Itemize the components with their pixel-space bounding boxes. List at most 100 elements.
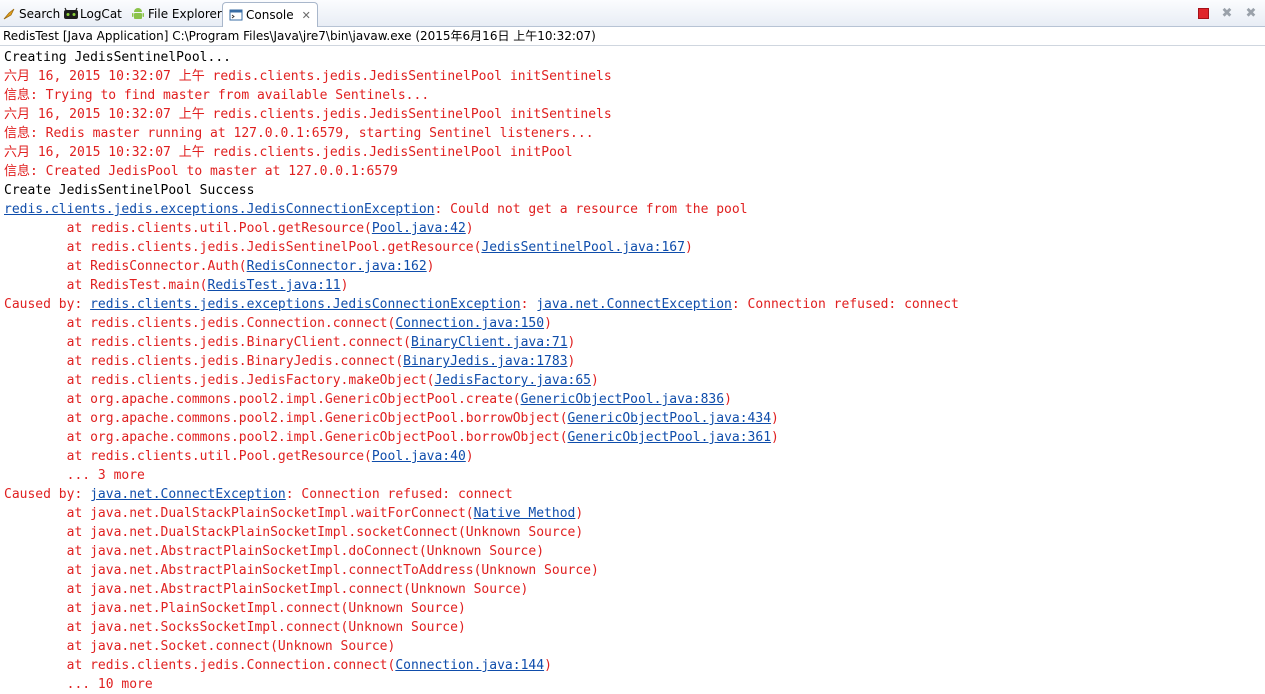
console-text: at java.net.DualStackPlainSocketImpl.soc…: [4, 525, 584, 540]
console-text: :: [520, 297, 537, 312]
console-text: at RedisConnector.Auth(: [4, 259, 247, 274]
console-text: 信息: Created JedisPool to master at 127.0…: [4, 164, 398, 179]
tab-search[interactable]: Search: [2, 2, 60, 26]
console-text: at java.net.AbstractPlainSocketImpl.conn…: [4, 582, 529, 597]
stacktrace-link[interactable]: GenericObjectPool.java:434: [568, 411, 772, 426]
console-text: : Connection refused: connect: [285, 487, 513, 502]
console-line: redis.clients.jedis.exceptions.JedisConn…: [4, 200, 1262, 219]
android-icon: [131, 7, 145, 21]
console-text: ): [771, 430, 779, 445]
console-text: ): [544, 658, 552, 673]
console-line: Caused by: redis.clients.jedis.exception…: [4, 295, 1262, 314]
console-line: at java.net.AbstractPlainSocketImpl.conn…: [4, 561, 1262, 580]
console-text: ): [684, 240, 693, 255]
console-text: ): [575, 506, 584, 521]
console-text: at redis.clients.jedis.JedisFactory.make…: [4, 373, 435, 388]
console-line: at java.net.AbstractPlainSocketImpl.doCo…: [4, 542, 1262, 561]
tab-label: Console: [246, 8, 294, 22]
console-line: Creating JedisSentinelPool...: [4, 48, 1262, 67]
stop-icon[interactable]: [1195, 5, 1211, 21]
console-text: at RedisTest.main(: [4, 278, 208, 293]
tab-label: LogCat: [80, 7, 122, 21]
console-output[interactable]: Creating JedisSentinelPool... 六月 16, 2015…: [4, 48, 1262, 694]
console-text: at redis.clients.util.Pool.getResource(: [4, 221, 372, 236]
console-line: at java.net.DualStackPlainSocketImpl.soc…: [4, 523, 1262, 542]
stacktrace-link[interactable]: Connection.java:144: [395, 658, 544, 673]
search-icon: [2, 7, 16, 21]
console-text: at redis.clients.util.Pool.getResource(: [4, 449, 372, 464]
stacktrace-link[interactable]: RedisTest.java:11: [208, 278, 341, 293]
console-line: at RedisTest.main(RedisTest.java:11): [4, 276, 1262, 295]
console-text: 六月 16, 2015 10:32:07 上午 redis.clients.je…: [4, 145, 573, 160]
console-line: 六月 16, 2015 10:32:07 上午 redis.clients.je…: [4, 143, 1262, 162]
console-text: at java.net.DualStackPlainSocketImpl.wai…: [4, 506, 474, 521]
stacktrace-link[interactable]: Connection.java:150: [395, 316, 544, 331]
console-line: 信息: Trying to find master from available…: [4, 86, 1262, 105]
console-text: 六月 16, 2015 10:32:07 上午 redis.clients.je…: [4, 69, 612, 84]
stacktrace-link[interactable]: java.net.ConnectException: [90, 487, 286, 502]
console-text: ... 3 more: [4, 468, 145, 483]
console-text: ): [567, 354, 576, 369]
console-text: at redis.clients.jedis.BinaryClient.conn…: [4, 335, 411, 350]
console-line: at org.apache.commons.pool2.impl.Generic…: [4, 428, 1262, 447]
console-line: ... 3 more: [4, 466, 1262, 485]
console-text: : Connection refused: connect: [731, 297, 959, 312]
stacktrace-link[interactable]: redis.clients.jedis.exceptions.JedisConn…: [4, 202, 434, 217]
tab-console[interactable]: Console ✕: [222, 2, 318, 27]
console-text: 六月 16, 2015 10:32:07 上午 redis.clients.je…: [4, 107, 612, 122]
close-icon[interactable]: ✕: [302, 9, 311, 22]
console-text: ): [771, 411, 779, 426]
console-toolbar: ✖ ✖: [1195, 5, 1259, 21]
console-text: at redis.clients.jedis.JedisSentinelPool…: [4, 240, 482, 255]
console-text: ): [567, 335, 576, 350]
stacktrace-link[interactable]: GenericObjectPool.java:836: [521, 392, 725, 407]
console-text: : Could not get a resource from the pool: [434, 202, 748, 217]
console-line: 信息: Redis master running at 127.0.0.1:65…: [4, 124, 1262, 143]
console-text: ): [544, 316, 552, 331]
stacktrace-link[interactable]: BinaryClient.java:71: [411, 335, 568, 350]
stacktrace-link[interactable]: redis.clients.jedis.exceptions.JedisConn…: [90, 297, 520, 312]
console-text: Create JedisSentinelPool Success: [4, 183, 255, 198]
console-line: at java.net.Socket.connect(Unknown Sourc…: [4, 637, 1262, 656]
console-text: ... 10 more: [4, 677, 153, 692]
console-icon: [229, 8, 243, 22]
console-text: at redis.clients.jedis.BinaryJedis.conne…: [4, 354, 404, 369]
stacktrace-link[interactable]: GenericObjectPool.java:361: [568, 430, 772, 445]
console-line: 六月 16, 2015 10:32:07 上午 redis.clients.je…: [4, 105, 1262, 124]
console-line: at redis.clients.jedis.BinaryJedis.conne…: [4, 352, 1262, 371]
stacktrace-link[interactable]: Native Method: [474, 506, 576, 521]
stacktrace-link[interactable]: BinaryJedis.java:1783: [403, 354, 567, 369]
console-line: at redis.clients.util.Pool.getResource(P…: [4, 219, 1262, 238]
console-line: Caused by: java.net.ConnectException: Co…: [4, 485, 1262, 504]
console-text: at java.net.SocksSocketImpl.connect(Unkn…: [4, 620, 466, 635]
tab-logcat[interactable]: LogCat: [63, 2, 122, 26]
console-line: at redis.clients.jedis.BinaryClient.conn…: [4, 333, 1262, 352]
stacktrace-link[interactable]: Pool.java:42: [372, 221, 466, 236]
console-text: ): [465, 221, 474, 236]
console-text: ): [340, 278, 349, 293]
console-text: 信息: Redis master running at 127.0.0.1:65…: [4, 126, 594, 141]
stacktrace-link[interactable]: RedisConnector.java:162: [247, 259, 427, 274]
tab-file-explorer[interactable]: File Explorer: [131, 2, 222, 26]
console-text: at org.apache.commons.pool2.impl.Generic…: [4, 430, 568, 445]
console-text: ): [426, 259, 435, 274]
remove-launch-icon[interactable]: ✖: [1219, 5, 1235, 21]
console-line: at redis.clients.jedis.JedisFactory.make…: [4, 371, 1262, 390]
stacktrace-link[interactable]: JedisSentinelPool.java:167: [481, 240, 685, 255]
stacktrace-link[interactable]: Pool.java:40: [372, 449, 466, 464]
console-text: 信息: Trying to find master from available…: [4, 88, 430, 103]
console-line: 六月 16, 2015 10:32:07 上午 redis.clients.je…: [4, 67, 1262, 86]
console-line: at redis.clients.util.Pool.getResource(P…: [4, 447, 1262, 466]
stacktrace-link[interactable]: java.net.ConnectException: [536, 297, 732, 312]
console-text: at java.net.AbstractPlainSocketImpl.conn…: [4, 563, 599, 578]
console-text: Caused by:: [4, 297, 91, 312]
console-text: ): [591, 373, 599, 388]
stacktrace-link[interactable]: JedisFactory.java:65: [434, 373, 591, 388]
console-text: at java.net.AbstractPlainSocketImpl.doCo…: [4, 544, 545, 559]
console-line: at RedisConnector.Auth(RedisConnector.ja…: [4, 257, 1262, 276]
remove-all-icon[interactable]: ✖: [1243, 5, 1259, 21]
console-text: at redis.clients.jedis.Connection.connec…: [4, 316, 396, 331]
console-text: at redis.clients.jedis.Connection.connec…: [4, 658, 396, 673]
console-text: Caused by:: [4, 487, 91, 502]
console-text: at java.net.Socket.connect(Unknown Sourc…: [4, 639, 396, 654]
